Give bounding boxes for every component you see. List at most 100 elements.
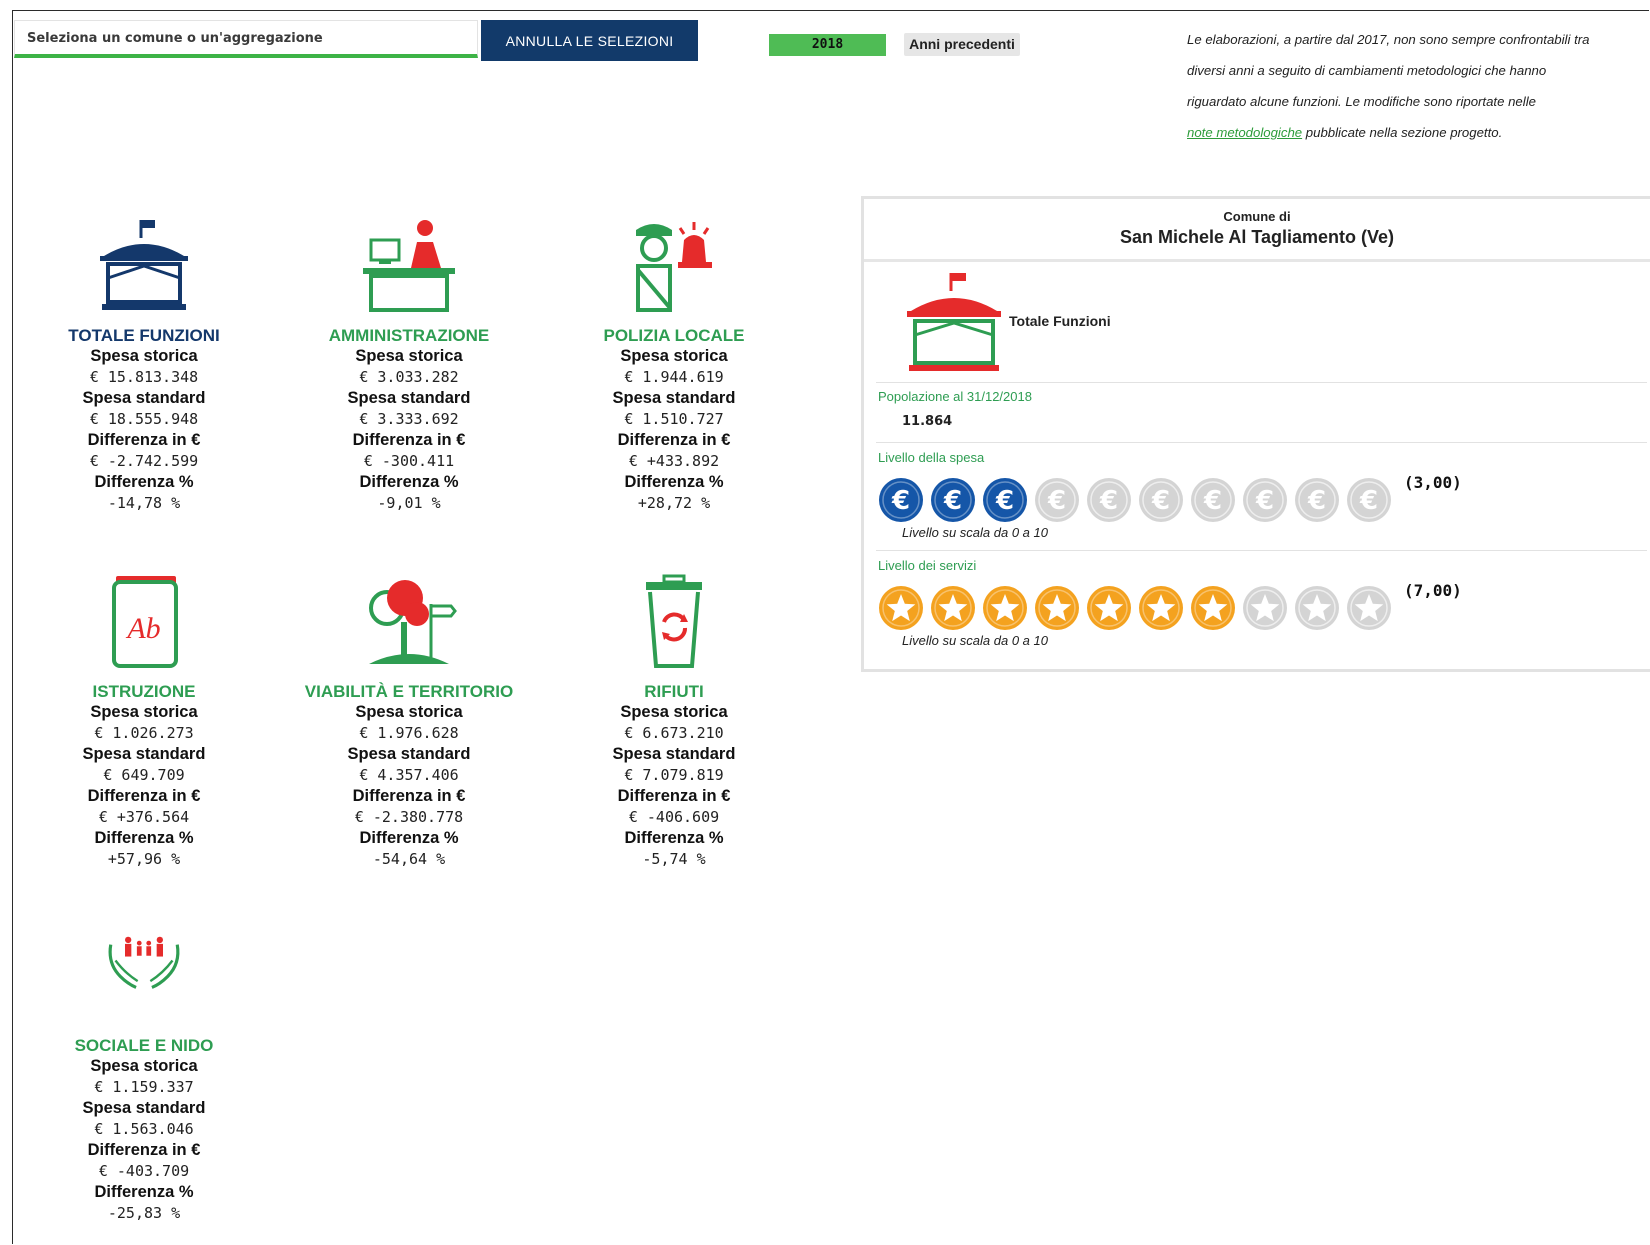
- svg-text:€: €: [1047, 486, 1066, 516]
- star-inactive-icon: [1243, 586, 1287, 630]
- search-placeholder: Seleziona un comune o un'aggregazione: [27, 31, 323, 46]
- panel-header: Comune di San Michele Al Tagliamento (Ve…: [864, 199, 1650, 262]
- spending-level-label: Livello della spesa: [878, 450, 985, 465]
- reset-selections-button[interactable]: ANNULLA LE SELEZIONI: [481, 20, 698, 61]
- town-hall-icon: [100, 220, 188, 310]
- spending-level-score: (3,00): [1404, 473, 1462, 492]
- function-card-sociale-nido[interactable]: SOCIALE E NIDO Spesa storica € 1.159.337…: [24, 932, 264, 1224]
- spesa-storica-value: € 1.944.619: [624, 368, 724, 386]
- function-title: VIABILITÀ E TERRITORIO: [304, 682, 514, 701]
- spesa-standard-label: Spesa standard: [82, 1099, 206, 1117]
- spending-scale-caption: Livello su scala da 0 a 10: [902, 525, 1048, 540]
- svg-text:€: €: [1307, 486, 1326, 516]
- star-active-icon: [1191, 586, 1235, 630]
- diff-euro-label: Differenza in €: [617, 787, 731, 805]
- search-input[interactable]: Seleziona un comune o un'aggregazione: [14, 20, 478, 58]
- diff-pct-label: Differenza %: [624, 473, 724, 491]
- svg-text:€: €: [1099, 486, 1118, 516]
- service-level-rating: [877, 584, 1397, 638]
- spesa-storica-value: € 15.813.348: [89, 368, 199, 386]
- population-value: 11.864: [902, 414, 953, 429]
- svg-text:€: €: [943, 486, 962, 516]
- municipality-detail-panel: Comune di San Michele Al Tagliamento (Ve…: [861, 196, 1650, 672]
- spesa-storica-label: Spesa storica: [355, 703, 463, 721]
- function-title: TOTALE FUNZIONI: [68, 326, 220, 345]
- spending-level-rating: € € € € € € € € € €: [877, 476, 1397, 530]
- tree-signpost-icon: [369, 580, 457, 664]
- spesa-standard-value: € 649.709: [103, 766, 185, 784]
- family-hands-icon: [108, 936, 180, 989]
- diff-pct-value: +57,96 %: [107, 850, 181, 868]
- municipality-name: San Michele Al Tagliamento (Ve): [1119, 227, 1395, 247]
- police-officer-icon: [636, 222, 712, 312]
- function-title: ISTRUZIONE: [92, 682, 196, 701]
- function-card-totale-funzioni[interactable]: TOTALE FUNZIONI Spesa storica € 15.813.3…: [24, 218, 264, 514]
- spesa-storica-value: € 1.976.628: [359, 724, 459, 742]
- euro-coin-inactive-icon: €: [1243, 478, 1287, 522]
- svg-text:€: €: [1255, 486, 1274, 516]
- spesa-standard-label: Spesa standard: [612, 745, 736, 763]
- function-title: AMMINISTRAZIONE: [328, 326, 490, 345]
- population-label: Popolazione al 31/12/2018: [878, 389, 1032, 404]
- panel-subtitle: Comune di: [1223, 209, 1291, 224]
- service-level-label: Livello dei servizi: [878, 558, 977, 573]
- euro-coin-active-icon: €: [931, 478, 975, 522]
- diff-pct-value: +28,72 %: [637, 494, 711, 512]
- svg-text:€: €: [891, 486, 910, 516]
- function-card-polizia-locale[interactable]: POLIZIA LOCALE Spesa storica € 1.944.619…: [554, 218, 794, 514]
- svg-text:Ab: Ab: [125, 612, 160, 645]
- star-active-icon: [879, 586, 923, 630]
- divider: [876, 442, 1647, 443]
- divider: [876, 550, 1647, 551]
- function-title: SOCIALE E NIDO: [74, 1036, 214, 1055]
- function-card-rifiuti[interactable]: RIFIUTI Spesa storica € 6.673.210 Spesa …: [554, 574, 794, 870]
- year-2018-button[interactable]: 2018: [769, 34, 886, 56]
- diff-euro-value: € -406.609: [628, 808, 720, 826]
- diff-euro-label: Differenza in €: [352, 787, 466, 805]
- spesa-standard-value: € 1.510.727: [624, 410, 724, 428]
- diff-pct-value: -5,74 %: [642, 850, 706, 868]
- service-scale-caption: Livello su scala da 0 a 10: [902, 633, 1048, 648]
- diff-euro-value: € -2.380.778: [354, 808, 464, 826]
- diff-pct-value: -54,64 %: [372, 850, 446, 868]
- spesa-storica-label: Spesa storica: [620, 703, 728, 721]
- spesa-storica-label: Spesa storica: [355, 347, 463, 365]
- note-line: Le elaborazioni, a partire dal 2017, non…: [1187, 32, 1590, 47]
- star-active-icon: [983, 586, 1027, 630]
- diff-euro-label: Differenza in €: [87, 1141, 201, 1159]
- function-card-istruzione[interactable]: Ab ISTRUZIONE Spesa storica € 1.026.273 …: [24, 574, 264, 870]
- function-card-amministrazione[interactable]: AMMINISTRAZIONE Spesa storica € 3.033.28…: [289, 218, 529, 514]
- spesa-storica-value: € 6.673.210: [624, 724, 724, 742]
- town-hall-red-icon: [907, 273, 1001, 371]
- svg-text:€: €: [1151, 486, 1170, 516]
- function-title: RIFIUTI: [644, 682, 704, 701]
- euro-coin-active-icon: €: [879, 478, 923, 522]
- note-line-rest: pubblicate nella sezione progetto.: [1302, 125, 1503, 140]
- spesa-storica-value: € 1.026.273: [94, 724, 194, 742]
- diff-euro-label: Differenza in €: [352, 431, 466, 449]
- euro-coin-inactive-icon: €: [1347, 478, 1391, 522]
- diff-pct-value: -14,78 %: [107, 494, 181, 512]
- previous-years-button[interactable]: Anni precedenti: [904, 33, 1020, 56]
- recycle-bin-icon: [646, 574, 702, 668]
- spesa-storica-value: € 1.159.337: [94, 1078, 194, 1096]
- star-active-icon: [931, 586, 975, 630]
- methodology-notes-link[interactable]: note metodologiche: [1187, 125, 1302, 140]
- function-card-viabilita-territorio[interactable]: VIABILITÀ E TERRITORIO Spesa storica € 1…: [289, 574, 529, 870]
- spesa-standard-value: € 7.079.819: [624, 766, 724, 784]
- function-title: POLIZIA LOCALE: [603, 326, 745, 345]
- diff-pct-label: Differenza %: [359, 473, 459, 491]
- spesa-storica-label: Spesa storica: [90, 703, 198, 721]
- diff-pct-label: Differenza %: [624, 829, 724, 847]
- total-functions-label: Totale Funzioni: [1009, 313, 1111, 329]
- spesa-standard-label: Spesa standard: [347, 389, 471, 407]
- note-line: riguardato alcune funzioni. Le modifiche…: [1187, 94, 1536, 109]
- service-level-score: (7,00): [1404, 581, 1462, 600]
- methodology-note: Le elaborazioni, a partire dal 2017, non…: [1187, 24, 1650, 148]
- office-desk-icon: [363, 220, 455, 312]
- divider: [876, 382, 1647, 383]
- star-inactive-icon: [1347, 586, 1391, 630]
- spesa-storica-label: Spesa storica: [90, 347, 198, 365]
- diff-euro-label: Differenza in €: [617, 431, 731, 449]
- svg-text:€: €: [1359, 486, 1378, 516]
